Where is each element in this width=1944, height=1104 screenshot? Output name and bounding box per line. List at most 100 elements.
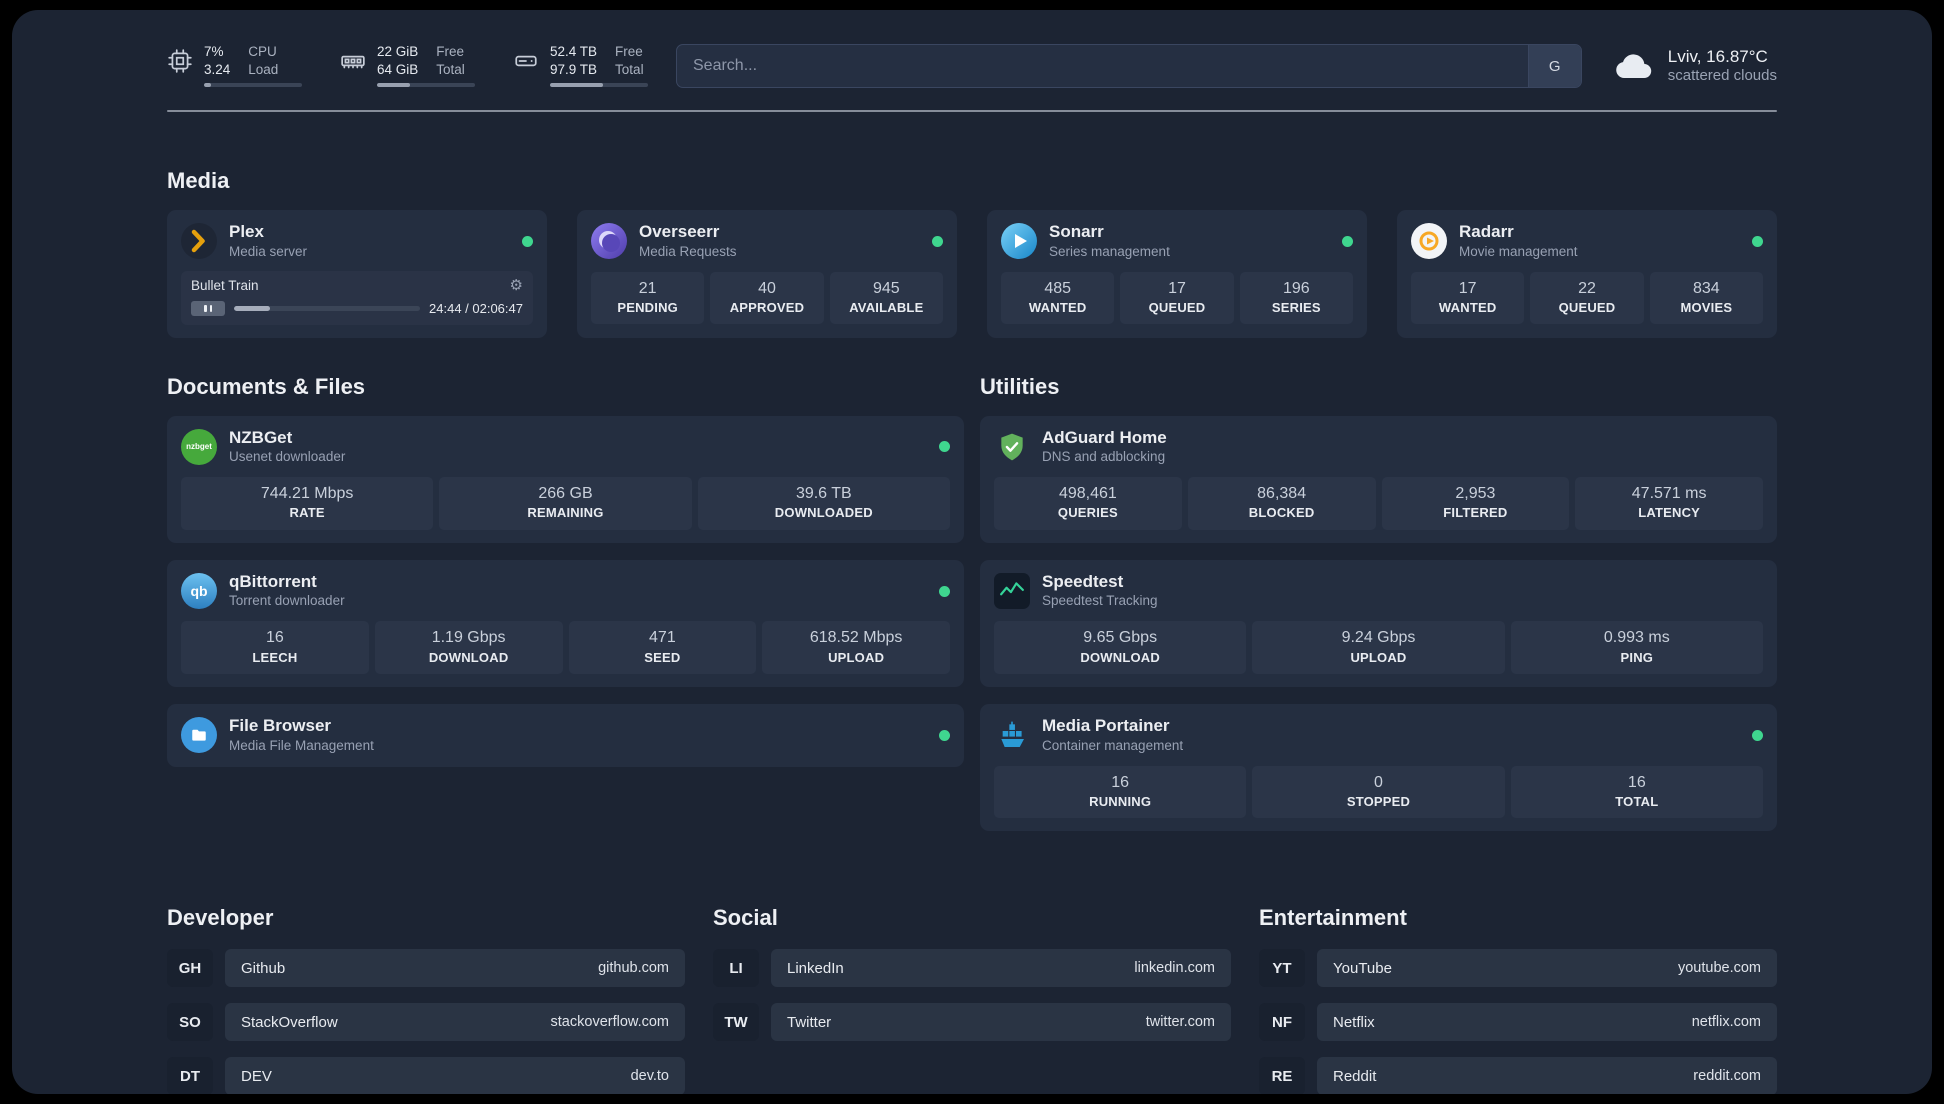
stat-movies: 834 MOVIES — [1649, 271, 1763, 325]
stat-download: 9.65 Gbps DOWNLOAD — [994, 621, 1247, 674]
service-desc: Series management — [1049, 243, 1170, 259]
service-desc: Movie management — [1459, 243, 1578, 259]
memory-free-label: Free — [436, 43, 465, 59]
service-desc: Torrent downloader — [229, 593, 345, 609]
service-name: Speedtest — [1042, 571, 1124, 591]
memory-icon — [341, 55, 365, 69]
disk-free-value: 52.4 TB — [550, 43, 598, 59]
memory-total-label: Total — [436, 61, 465, 77]
status-dot — [522, 235, 533, 247]
bookmark-twitter[interactable]: TW Twitter twitter.com — [713, 1003, 1231, 1042]
bookmark-youtube[interactable]: YT YouTube youtube.com — [1259, 949, 1777, 988]
bookmark-dev[interactable]: DT DEV dev.to — [167, 1057, 685, 1094]
service-card-radarr[interactable]: Radarr Movie management 17 WANTED 22 QUEUE… — [1397, 210, 1777, 338]
bookmark-github[interactable]: GH Github github.com — [167, 949, 685, 988]
bookmark-name: StackOverflow — [241, 1013, 338, 1031]
service-card-overseerr[interactable]: Overseerr Media Requests 21 PENDING 40 APP… — [577, 210, 957, 338]
stat-queued: 22 QUEUED — [1530, 271, 1644, 325]
sonarr-icon — [1001, 223, 1037, 260]
weather-widget[interactable]: Lviv, 16.87°C scattered clouds — [1612, 46, 1777, 86]
search-provider-button[interactable]: G — [1527, 45, 1581, 87]
service-name: AdGuard Home — [1042, 427, 1167, 447]
section-media: Media Plex Media server Bullet Train ⚙ 2… — [167, 168, 1777, 338]
section-title-documents: Documents & Files — [167, 373, 366, 399]
cloud-icon — [1616, 54, 1651, 79]
stat-stopped: 0 STOPPED — [1252, 765, 1505, 819]
playback-time: 24:44 / 02:06:47 — [429, 300, 523, 316]
disk-widget: 52.4 TB 97.9 TB Free Total — [513, 43, 648, 88]
gear-icon[interactable]: ⚙ — [510, 278, 523, 293]
status-dot — [932, 235, 943, 247]
service-card-portainer[interactable]: Media Portainer Container management 16 R… — [980, 703, 1777, 832]
screenshot-stage: 7% 3.24 CPU Load 22 GiB 64 GiB Free Tota… — [0, 0, 1944, 1104]
stat-available: 945 AVAILABLE — [829, 271, 943, 325]
stat-total: 16 TOTAL — [1510, 765, 1763, 819]
service-card-plex[interactable]: Plex Media server Bullet Train ⚙ 24:44 /… — [167, 210, 547, 338]
cpu-icon — [168, 48, 192, 73]
service-card-adguard[interactable]: AdGuard Home DNS and adblocking 498,461 Q… — [980, 415, 1777, 543]
service-card-nzbget[interactable]: nzbget NZBGet Usenet downloader 744.21 M… — [167, 415, 964, 543]
stat-seed: 471 SEED — [568, 621, 757, 674]
overseerr-icon — [591, 223, 627, 260]
cpu-load-value: 3.24 — [204, 61, 231, 77]
section-title-entertainment: Entertainment — [1259, 905, 1407, 931]
service-card-filebrowser[interactable]: File Browser Media File Management — [167, 703, 964, 767]
bookmark-abbr: NF — [1259, 1003, 1305, 1042]
disk-bar — [550, 83, 648, 88]
service-desc: Media Requests — [639, 243, 737, 259]
weather-condition: scattered clouds — [1667, 67, 1777, 85]
service-card-sonarr[interactable]: Sonarr Series management 485 WANTED 17 QUE… — [987, 210, 1367, 338]
status-dot — [1752, 729, 1763, 741]
status-dot — [1752, 235, 1763, 247]
bookmark-name: Reddit — [1333, 1067, 1377, 1085]
adguard-icon — [994, 429, 1030, 465]
plex-icon — [181, 223, 217, 260]
bookmark-abbr: GH — [167, 949, 213, 988]
weather-text: Lviv, 16.87°C scattered clouds — [1668, 46, 1777, 86]
topbar-divider — [167, 110, 1777, 112]
stat-series: 196 SERIES — [1239, 271, 1353, 325]
bookmark-netflix[interactable]: NF Netflix netflix.com — [1259, 1003, 1777, 1042]
bookmark-url: dev.to — [630, 1068, 669, 1085]
portainer-icon — [994, 717, 1030, 753]
bookmark-linkedin[interactable]: LI LinkedIn linkedin.com — [713, 949, 1231, 988]
bookmark-url: twitter.com — [1145, 1014, 1215, 1031]
stat-upload: 618.52 Mbps UPLOAD — [762, 621, 950, 674]
bookmark-url: linkedin.com — [1134, 960, 1215, 977]
stat-pending: 21 PENDING — [591, 271, 705, 325]
stat-queued: 17 QUEUED — [1120, 271, 1234, 325]
stat-ping: 0.993 ms PING — [1510, 621, 1763, 674]
qbittorrent-icon: qb — [181, 573, 217, 610]
status-dot — [939, 441, 950, 453]
service-name: Media Portainer — [1042, 715, 1170, 735]
service-name: File Browser — [229, 715, 332, 735]
cpu-percent: 7% — [204, 43, 224, 59]
stat-approved: 40 APPROVED — [710, 271, 824, 325]
section-utilities: Utilities AdGuard Home DNS and adblockin… — [980, 374, 1777, 832]
memory-bar — [377, 83, 475, 88]
section-title-media: Media — [167, 168, 230, 193]
stat-rate: 744.21 Mbps RATE — [181, 477, 434, 530]
stat-blocked: 86,384 BLOCKED — [1187, 477, 1376, 530]
memory-widget: 22 GiB 64 GiB Free Total — [340, 43, 475, 88]
now-playing-title: Bullet Train — [191, 277, 259, 293]
homepage-dashboard: 7% 3.24 CPU Load 22 GiB 64 GiB Free Tota… — [12, 10, 1932, 1094]
bookmark-reddit[interactable]: RE Reddit reddit.com — [1259, 1057, 1777, 1094]
service-desc: Media File Management — [229, 737, 374, 753]
radarr-icon — [1411, 223, 1447, 260]
memory-total-value: 64 GiB — [377, 61, 419, 77]
search-bar: G — [676, 44, 1582, 88]
bookmark-name: DEV — [241, 1067, 272, 1085]
bookmark-stackoverflow[interactable]: SO StackOverflow stackoverflow.com — [167, 1003, 685, 1042]
disk-free-label: Free — [615, 43, 643, 59]
playback-progress[interactable] — [234, 305, 421, 311]
pause-button[interactable] — [191, 300, 225, 316]
service-card-speedtest[interactable]: Speedtest Speedtest Tracking 9.65 Gbps DO… — [980, 559, 1777, 687]
stat-latency: 47.571 ms LATENCY — [1575, 477, 1763, 530]
bookmark-abbr: RE — [1259, 1057, 1305, 1094]
section-title-social: Social — [713, 905, 778, 931]
stat-wanted: 17 WANTED — [1411, 271, 1525, 325]
service-card-qbittorrent[interactable]: qb qBittorrent Torrent downloader 16 LEEC… — [167, 559, 964, 687]
search-input[interactable] — [677, 45, 1528, 87]
bookmark-abbr: DT — [167, 1057, 213, 1094]
